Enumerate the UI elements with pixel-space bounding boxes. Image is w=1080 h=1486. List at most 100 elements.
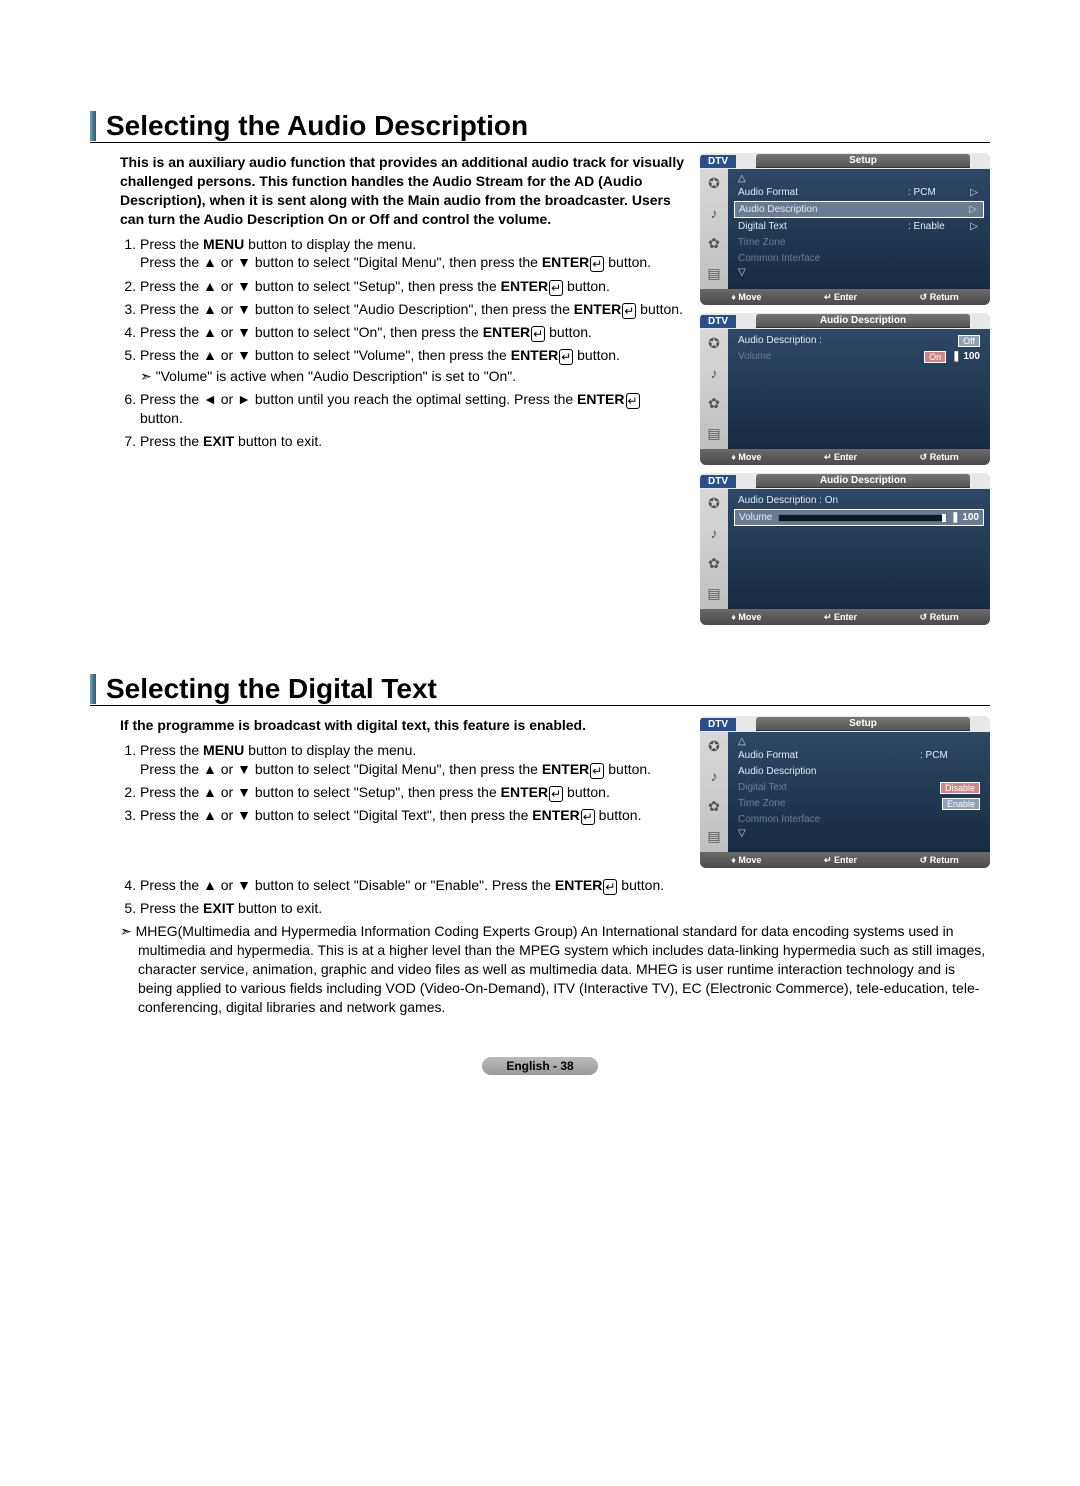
- dtv-badge: DTV: [700, 315, 736, 328]
- globe-icon: ✪: [704, 493, 724, 513]
- osd-tab: Setup: [756, 717, 970, 731]
- row-label: Common Interface: [738, 814, 980, 825]
- mheg-note: MHEG(Multimedia and Hypermedia Informati…: [120, 922, 990, 1016]
- globe-icon: ✪: [704, 173, 724, 193]
- row-label: Volume: [739, 512, 772, 523]
- page-icon: ▤: [704, 263, 724, 283]
- row-label: Digital Text: [738, 782, 940, 793]
- footer-enter: ↵ Enter: [824, 292, 857, 303]
- steps-list-cont: Press the ▲ or ▼ button to select "Disab…: [120, 876, 990, 918]
- osd-setup: DTV Setup ✪ ♪ ✿ ▤ △ Audio Format: PCM▷ A…: [700, 153, 990, 305]
- chevron-right-icon: ▷: [967, 204, 979, 215]
- step-item: Press the ▲ or ▼ button to select "Setup…: [140, 783, 686, 802]
- row-value: : Enable: [908, 221, 968, 232]
- arrow-down-icon: ▽: [734, 828, 984, 839]
- enter-icon: [548, 278, 563, 294]
- enter-icon: [625, 391, 640, 407]
- row-label: Audio Description: [738, 766, 980, 777]
- steps-list: Press the MENU button to display the men…: [120, 741, 686, 825]
- note-icon: ♪: [704, 363, 724, 383]
- volume-value: 100: [963, 351, 980, 362]
- osd-tab: Audio Description: [756, 474, 970, 488]
- row-label: Digital Text: [738, 221, 908, 232]
- gear-icon: ✿: [704, 796, 724, 816]
- page-number: English - 38: [482, 1057, 597, 1075]
- osd-audio-description-volume: DTV Audio Description ✪ ♪ ✿ ▤ Audio Desc…: [700, 473, 990, 625]
- enter-icon: [589, 761, 604, 777]
- row-label: Audio Format: [738, 750, 920, 761]
- dtv-badge: DTV: [700, 718, 736, 731]
- intro-text: If the programme is broadcast with digit…: [120, 716, 686, 735]
- step-item: Press the ▲ or ▼ button to select "Audio…: [140, 300, 686, 319]
- arrow-up-icon: △: [734, 173, 984, 184]
- row-label: Audio Format: [738, 187, 908, 198]
- chevron-right-icon: ▷: [968, 221, 980, 232]
- enter-icon: [602, 877, 617, 893]
- enter-icon: [530, 324, 545, 340]
- step-item: Press the ▲ or ▼ button to select "Volum…: [140, 346, 686, 386]
- row-label: Time Zone: [738, 237, 980, 248]
- enter-icon: [580, 807, 595, 823]
- heading-digital-text: Selecting the Digital Text: [106, 673, 437, 705]
- row-value: : PCM: [908, 187, 968, 198]
- footer-return: ↺ Return: [920, 452, 959, 463]
- option-off: Off: [958, 335, 980, 347]
- osd-tab: Setup: [756, 154, 970, 168]
- footer-enter: ↵ Enter: [824, 452, 857, 463]
- row-label: Common Interface: [738, 253, 980, 264]
- page-icon: ▤: [704, 826, 724, 846]
- note-icon: ♪: [704, 766, 724, 786]
- dtv-badge: DTV: [700, 475, 736, 488]
- section-title: Selecting the Digital Text: [90, 673, 990, 706]
- intro-text: This is an auxiliary audio function that…: [120, 153, 686, 229]
- volume-value: 100: [962, 512, 979, 523]
- volume-slider: [778, 514, 947, 522]
- footer-return: ↺ Return: [920, 855, 959, 866]
- row-label: Volume: [738, 351, 924, 362]
- step-item: Press the ▲ or ▼ button to select "Disab…: [140, 876, 990, 895]
- heading-audio-description: Selecting the Audio Description: [106, 110, 528, 142]
- gear-icon: ✿: [704, 393, 724, 413]
- step-item: Press the ◄ or ► button until you reach …: [140, 390, 686, 428]
- step-item: Press the ▲ or ▼ button to select "On", …: [140, 323, 686, 342]
- chevron-right-icon: ▷: [968, 187, 980, 198]
- step-item: Press the ▲ or ▼ button to select "Digit…: [140, 806, 686, 825]
- arrow-down-icon: ▽: [734, 267, 984, 278]
- option-enable: Enable: [942, 798, 980, 810]
- gear-icon: ✿: [704, 553, 724, 573]
- row-label: Audio Description: [739, 204, 907, 215]
- step-item: Press the EXIT button to exit.: [140, 432, 686, 451]
- row-label: Time Zone: [738, 798, 942, 809]
- note-text: "Volume" is active when "Audio Descripti…: [140, 367, 686, 386]
- footer-move: ♦ Move: [731, 452, 761, 462]
- option-disable: Disable: [940, 782, 980, 794]
- footer-return: ↺ Return: [920, 292, 959, 303]
- steps-list: Press the MENU button to display the men…: [120, 235, 686, 452]
- enter-icon: [558, 347, 573, 363]
- note-icon: ♪: [704, 203, 724, 223]
- enter-icon: [548, 784, 563, 800]
- step-item: Press the MENU button to display the men…: [140, 741, 686, 779]
- arrow-up-icon: △: [734, 736, 984, 747]
- dtv-badge: DTV: [700, 155, 736, 168]
- row-label: Audio Description :: [738, 335, 958, 346]
- footer-enter: ↵ Enter: [824, 855, 857, 866]
- gear-icon: ✿: [704, 233, 724, 253]
- row-label: Audio Description : On: [738, 495, 980, 506]
- footer-move: ♦ Move: [731, 855, 761, 865]
- option-on: On: [924, 351, 946, 363]
- step-item: Press the EXIT button to exit.: [140, 899, 990, 918]
- step-item: Press the MENU button to display the men…: [140, 235, 686, 273]
- footer-return: ↺ Return: [920, 612, 959, 623]
- page-icon: ▤: [704, 423, 724, 443]
- osd-audio-description-select: DTV Audio Description ✪ ♪ ✿ ▤ Audio Desc…: [700, 313, 990, 465]
- page-footer: English - 38: [90, 1057, 990, 1075]
- footer-enter: ↵ Enter: [824, 612, 857, 623]
- globe-icon: ✪: [704, 736, 724, 756]
- enter-icon: [589, 254, 604, 270]
- globe-icon: ✪: [704, 333, 724, 353]
- note-icon: ♪: [704, 523, 724, 543]
- title-bar-icon: [90, 111, 96, 141]
- step-item: Press the ▲ or ▼ button to select "Setup…: [140, 277, 686, 296]
- row-value: : PCM: [920, 750, 980, 761]
